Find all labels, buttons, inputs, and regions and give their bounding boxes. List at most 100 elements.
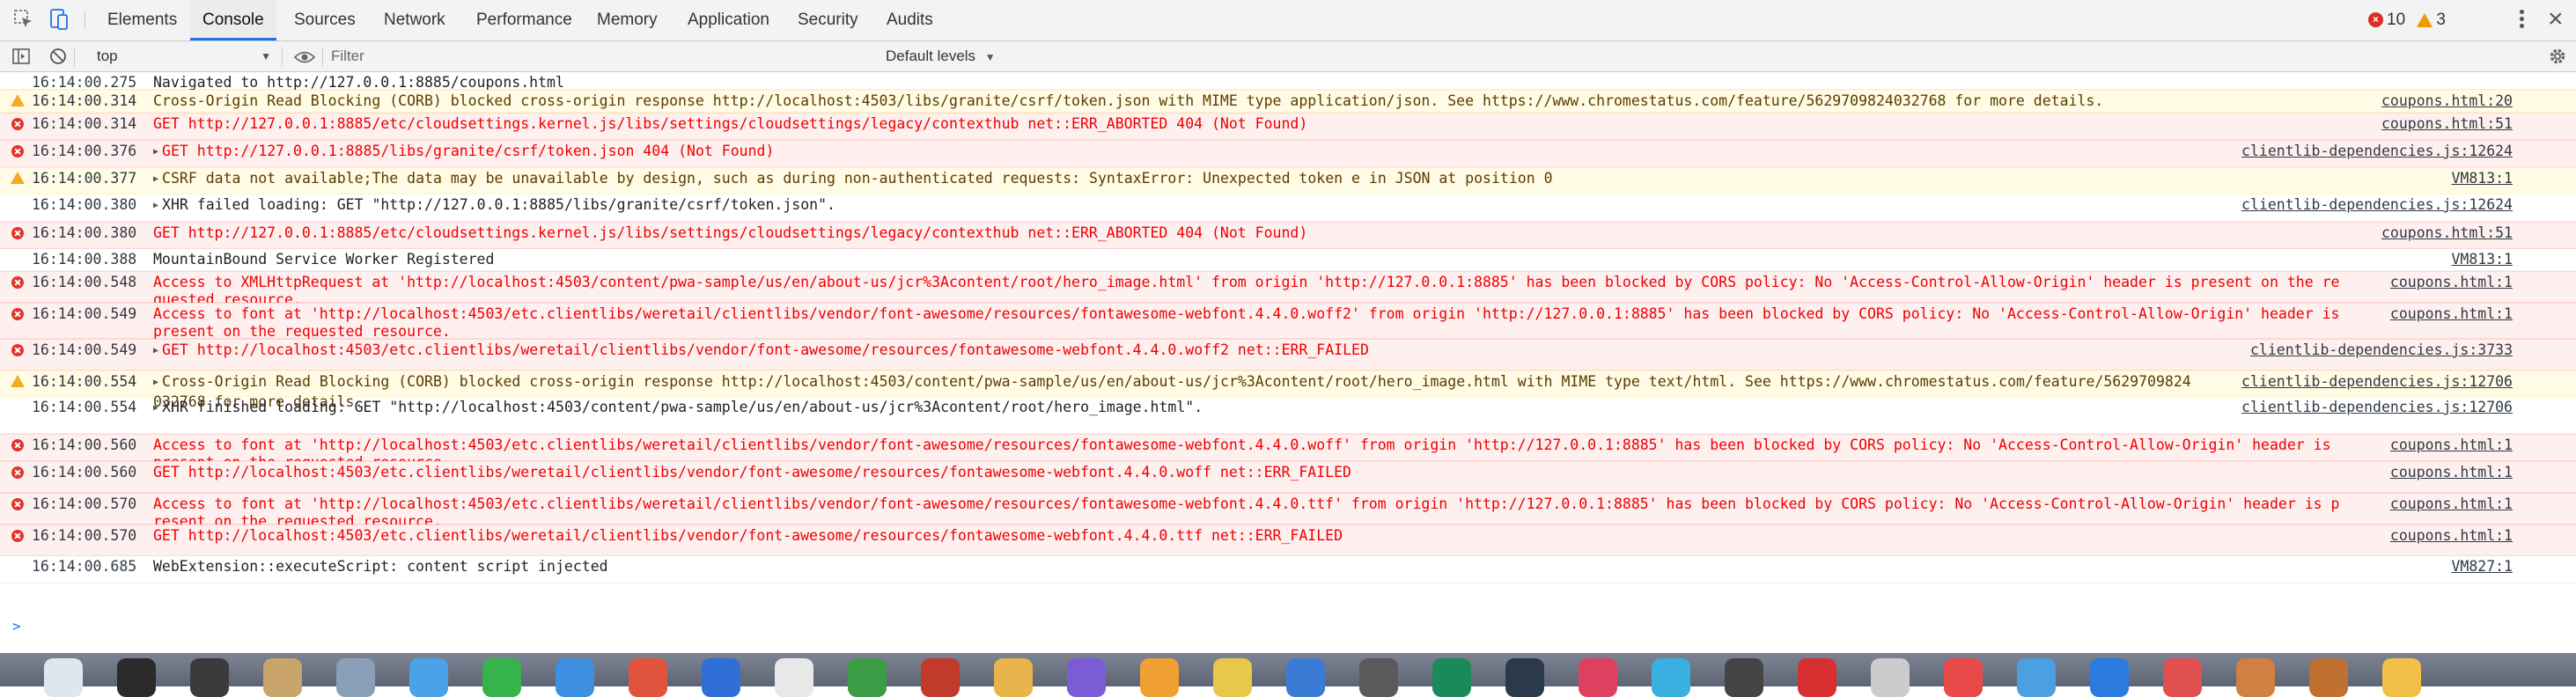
console-message-error[interactable]: 16:14:00.570 GET http://localhost:4503/et… — [0, 525, 2576, 556]
message-source-link[interactable]: coupons.html:1 — [2390, 464, 2513, 481]
console-message-log[interactable]: 16:14:00.554 XHR finished loading: GET "h… — [0, 397, 2576, 434]
sidebar-toggle-icon[interactable] — [12, 48, 30, 64]
error-icon — [11, 145, 24, 158]
message-text[interactable]: XHR finished loading: GET "http://localh… — [153, 399, 2197, 419]
console-message-log[interactable]: 16:14:00.380 XHR failed loading: GET "htt… — [0, 194, 2576, 222]
more-options-icon[interactable] — [2520, 10, 2525, 31]
console-message-log[interactable]: 16:14:00.388 MountainBound Service Worker… — [0, 249, 2576, 271]
dock-app-icon[interactable] — [1286, 658, 1325, 697]
message-source-link[interactable]: clientlib-dependencies.js:12624 — [2241, 196, 2513, 213]
error-warning-counter[interactable]: × 10 3 — [2368, 0, 2446, 40]
tab-sources[interactable]: Sources — [282, 0, 368, 40]
message-source-link[interactable]: coupons.html:1 — [2390, 527, 2513, 544]
message-source-link[interactable]: clientlib-dependencies.js:12706 — [2241, 399, 2513, 415]
console-message-log[interactable]: 16:14:00.685 WebExtension::executeScript:… — [0, 556, 2576, 583]
dock-app-icon[interactable] — [1067, 658, 1106, 697]
dock-app-icon[interactable] — [1944, 658, 1983, 697]
message-source-link[interactable]: coupons.html:1 — [2390, 305, 2513, 322]
message-source-link[interactable]: clientlib-dependencies.js:12624 — [2241, 143, 2513, 159]
tab-network[interactable]: Network — [372, 0, 458, 40]
tab-memory[interactable]: Memory — [585, 0, 670, 40]
dock-app-icon[interactable] — [2309, 658, 2348, 697]
dock-app-icon[interactable] — [190, 658, 229, 697]
close-icon[interactable]: × — [2548, 5, 2564, 33]
message-source-link[interactable]: coupons.html:51 — [2381, 224, 2513, 241]
inspect-element-icon[interactable] — [12, 8, 35, 31]
dock-app-icon[interactable] — [263, 658, 302, 697]
console-message-error[interactable]: 16:14:00.380 GET http://127.0.0.1:8885/et… — [0, 222, 2576, 249]
dock-app-icon[interactable] — [44, 658, 83, 697]
console-message-warning[interactable]: 16:14:00.554Cross-Origin Read Blocking (… — [0, 371, 2576, 410]
log-levels-dropdown[interactable]: Default levels ▼ — [886, 41, 996, 71]
message-source-link[interactable]: coupons.html:1 — [2390, 437, 2513, 453]
message-source-link[interactable]: coupons.html:1 — [2390, 495, 2513, 512]
dock-app-icon[interactable] — [2382, 658, 2421, 697]
dock-app-icon[interactable] — [1871, 658, 1910, 697]
dock-app-icon[interactable] — [775, 658, 813, 697]
dock-app-icon[interactable] — [1579, 658, 1617, 697]
console-prompt[interactable]: > — [12, 618, 21, 635]
dock-app-icon[interactable] — [556, 658, 594, 697]
filter-input[interactable] — [331, 44, 859, 69]
tab-console[interactable]: Console — [190, 0, 276, 40]
console-message-error[interactable]: 16:14:00.314 GET http://127.0.0.1:8885/et… — [0, 113, 2576, 140]
tab-application[interactable]: Application — [675, 0, 782, 40]
dock-app-icon[interactable] — [1505, 658, 1544, 697]
tab-security[interactable]: Security — [785, 0, 871, 40]
tab-performance[interactable]: Performance — [464, 0, 585, 40]
message-source-link[interactable]: coupons.html:51 — [2381, 115, 2513, 132]
dock-app-icon[interactable] — [1798, 658, 1836, 697]
console-message-error[interactable]: 16:14:00.549 Access to font at 'http://lo… — [0, 303, 2576, 340]
dock-app-icon[interactable] — [1140, 658, 1179, 697]
message-source-link[interactable]: VM813:1 — [2451, 170, 2513, 187]
dock-app-icon[interactable] — [1652, 658, 1690, 697]
device-toolbar-icon[interactable] — [48, 8, 70, 31]
dock-app-icon[interactable] — [994, 658, 1033, 697]
message-text[interactable]: CSRF data not available;The data may be … — [153, 170, 2409, 190]
dock-app-icon[interactable] — [336, 658, 375, 697]
message-source-link[interactable]: VM827:1 — [2451, 558, 2513, 575]
console-message-warning[interactable]: 16:14:00.377 CSRF data not available;The … — [0, 167, 2576, 194]
message-timestamp: 16:14:00.314 — [32, 92, 137, 109]
console-message-error[interactable]: 16:14:00.549 GET http://localhost:4503/et… — [0, 339, 2576, 371]
console-message-error[interactable]: 16:14:00.560 Access to font at 'http://lo… — [0, 434, 2576, 471]
tab-audits[interactable]: Audits — [874, 0, 946, 40]
dock-app-icon[interactable] — [702, 658, 740, 697]
dock-app-icon[interactable] — [2017, 658, 2056, 697]
dock-app-icon[interactable] — [1432, 658, 1471, 697]
message-timestamp: 16:14:00.380 — [32, 196, 137, 213]
dock-app-icon[interactable] — [848, 658, 887, 697]
tab-elements[interactable]: Elements — [95, 0, 189, 40]
message-text[interactable]: GET http://localhost:4503/etc.clientlibs… — [153, 341, 2206, 362]
console-message-error[interactable]: 16:14:00.548 Access to XMLHttpRequest at … — [0, 271, 2576, 308]
dock-app-icon[interactable] — [1725, 658, 1763, 697]
message-source-link[interactable]: VM813:1 — [2451, 251, 2513, 268]
dock-app-icon[interactable] — [117, 658, 156, 697]
console-settings-gear-icon[interactable] — [2548, 47, 2567, 66]
console-message-info[interactable]: 16:14:00.275 Navigated to http://127.0.0.… — [0, 72, 2576, 91]
eye-icon[interactable] — [294, 50, 315, 64]
dock-app-icon[interactable] — [1359, 658, 1398, 697]
dock-app-icon[interactable] — [629, 658, 667, 697]
dock-app-icon[interactable] — [409, 658, 448, 697]
dock-app-icon[interactable] — [2090, 658, 2129, 697]
console-message-error[interactable]: 16:14:00.570 Access to font at 'http://lo… — [0, 493, 2576, 530]
message-text[interactable]: XHR failed loading: GET "http://127.0.0.… — [153, 196, 2197, 216]
dock-app-icon[interactable] — [2236, 658, 2275, 697]
dock-app-icon[interactable] — [921, 658, 960, 697]
console-message-error[interactable]: 16:14:00.376 GET http://127.0.0.1:8885/li… — [0, 140, 2576, 167]
dock-app-icon[interactable] — [2163, 658, 2202, 697]
console-message-error[interactable]: 16:14:00.560 GET http://localhost:4503/et… — [0, 461, 2576, 493]
message-source-link[interactable]: clientlib-dependencies.js:12706 — [2241, 373, 2513, 390]
console-messages[interactable]: 16:14:00.275 Navigated to http://127.0.0.… — [0, 72, 2576, 653]
message-source-link[interactable]: coupons.html:20 — [2381, 92, 2513, 109]
message-source-link[interactable]: clientlib-dependencies.js:3733 — [2250, 341, 2513, 358]
console-message-warning[interactable]: 16:14:00.314 Cross-Origin Read Blocking (… — [0, 90, 2576, 113]
clear-console-icon[interactable] — [49, 48, 67, 65]
message-text[interactable]: GET http://127.0.0.1:8885/libs/granite/c… — [153, 143, 2197, 163]
dock-app-icon[interactable] — [1213, 658, 1252, 697]
message-timestamp: 16:14:00.377 — [32, 170, 137, 187]
dock-app-icon[interactable] — [482, 658, 521, 697]
message-source-link[interactable]: coupons.html:1 — [2390, 274, 2513, 290]
context-selector[interactable]: top ▼ — [81, 45, 275, 68]
